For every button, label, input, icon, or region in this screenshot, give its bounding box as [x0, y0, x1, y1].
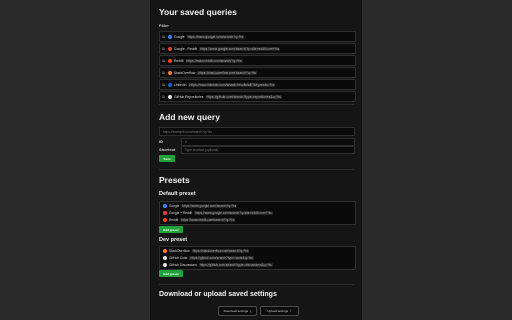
- preset-item-url: https://github.com/search?type=code&q=%s: [189, 255, 254, 260]
- url-input[interactable]: https://example.com/search?q=%s: [159, 127, 355, 136]
- saved-query-row[interactable]: ⊠ Google https://www.google.com/search?q=%…: [159, 31, 356, 42]
- preset-item-url: https://www.google.com/search?q=site:red…: [194, 210, 273, 215]
- id-input[interactable]: 0: [181, 138, 355, 146]
- delete-icon[interactable]: ⊠: [162, 83, 166, 87]
- filter-label: Filter: [159, 23, 169, 28]
- default-preset-title: Default preset: [159, 191, 196, 197]
- divider: [159, 104, 354, 105]
- download-settings-button[interactable]: Download settings ⤓: [218, 306, 257, 316]
- site-icon: [168, 94, 172, 99]
- preset-item-url: https://github.com/search?type=discussio…: [198, 262, 273, 267]
- delete-icon[interactable]: ⊠: [162, 71, 166, 75]
- site-icon: [168, 82, 172, 87]
- query-url: https://www.reddit.com/search/?q=%s: [185, 58, 243, 63]
- query-name: StackOverflow: [174, 70, 196, 75]
- options-page: Your saved queries Filter ⊠ Google https:/…: [150, 0, 362, 320]
- default-preset-box: Google https://www.google.com/search?q=%s…: [159, 201, 356, 225]
- saved-query-row[interactable]: ⊠ Reddit https://www.reddit.com/search/?q=…: [159, 55, 356, 66]
- site-icon: [163, 255, 167, 260]
- query-name: LinkedIn: [174, 82, 187, 87]
- site-icon: [163, 217, 167, 222]
- preset-item: GitHub Code https://github.com/search?typ…: [160, 254, 355, 261]
- site-icon: [163, 203, 167, 208]
- saved-queries-title: Your saved queries: [159, 7, 237, 17]
- site-icon: [168, 34, 172, 39]
- shortcut-input[interactable]: Type shortcut (optional): [181, 146, 355, 154]
- backup-title: Download or upload saved settings: [159, 291, 277, 298]
- default-preset-items: Google https://www.google.com/search?q=%s…: [160, 202, 355, 223]
- site-icon: [163, 262, 167, 267]
- saved-query-row[interactable]: ⊠ LinkedIn https://www.linkedin.com/search…: [159, 79, 356, 90]
- upload-icon: ⤒: [290, 309, 292, 313]
- preset-item: Reddit https://www.reddit.com/search/?q=%…: [160, 216, 355, 223]
- add-query-title: Add new query: [159, 112, 220, 122]
- query-url: https://www.google.com/search?q=site:red…: [199, 46, 281, 51]
- presets-title: Presets: [159, 175, 190, 185]
- preset-item: Google + Reddit https://www.google.com/se…: [160, 209, 355, 216]
- preset-item-url: https://www.reddit.com/search/?q=%s: [180, 217, 236, 222]
- add-dev-preset-button[interactable]: Add preset: [159, 270, 183, 277]
- saved-query-row[interactable]: ⊠ StackOverflow https://stackoverflow.com/…: [159, 67, 356, 78]
- preset-item-name: Google + Reddit: [169, 210, 193, 215]
- download-settings-label: Download settings: [223, 309, 249, 313]
- preset-item: Google https://www.google.com/search?q=%s: [160, 202, 355, 209]
- upload-settings-button[interactable]: Upload settings ⤒: [260, 306, 299, 316]
- query-name: Google - Reddit: [174, 46, 198, 51]
- preset-item-url: https://stackoverflow.com/search?q=%s: [191, 248, 250, 253]
- site-icon: [168, 58, 172, 63]
- saved-query-row[interactable]: ⊠ GitHub Repositories https://github.com/s…: [159, 91, 356, 102]
- upload-settings-label: Upload settings: [267, 309, 289, 313]
- divider: [159, 284, 354, 285]
- query-name: Google: [174, 34, 185, 39]
- dev-preset-title: Dev preset: [159, 237, 188, 243]
- saved-query-row[interactable]: ⊠ Google - Reddit https://www.google.com/s…: [159, 43, 356, 54]
- preset-item-name: GitHub Code: [169, 255, 188, 260]
- site-icon: [163, 248, 167, 253]
- site-icon: [168, 70, 172, 75]
- divider: [159, 169, 354, 170]
- query-name: GitHub Repositories: [174, 94, 204, 99]
- dev-preset-items: StackOverflow https://stackoverflow.com/s…: [160, 247, 355, 268]
- preset-item-name: Reddit: [169, 217, 179, 222]
- id-label: ID: [159, 139, 163, 144]
- delete-icon[interactable]: ⊠: [162, 35, 166, 39]
- delete-icon[interactable]: ⊠: [162, 47, 166, 51]
- query-url: https://stackoverflow.com/search?q=%s: [197, 70, 258, 75]
- query-url: https://www.linkedin.com/search/results/…: [188, 82, 276, 87]
- query-name: Reddit: [174, 58, 184, 63]
- query-url: https://www.google.com/search?q=%s: [186, 34, 245, 39]
- preset-item-name: GitHub Discussions: [169, 262, 197, 267]
- preset-item: GitHub Discussions https://github.com/sea…: [160, 261, 355, 268]
- delete-icon[interactable]: ⊠: [162, 95, 166, 99]
- save-button[interactable]: Save: [159, 155, 175, 162]
- site-icon: [168, 46, 172, 51]
- delete-icon[interactable]: ⊠: [162, 59, 166, 63]
- dev-preset-box: StackOverflow https://stackoverflow.com/s…: [159, 246, 356, 270]
- preset-item-name: StackOverflow: [169, 248, 190, 253]
- preset-item-name: Google: [169, 203, 180, 208]
- preset-item-url: https://www.google.com/search?q=%s: [181, 203, 238, 208]
- preset-item: StackOverflow https://stackoverflow.com/s…: [160, 247, 355, 254]
- query-url: https://github.com/search?type=repositor…: [205, 94, 282, 99]
- download-icon: ⤓: [250, 309, 252, 313]
- site-icon: [163, 210, 167, 215]
- add-default-preset-button[interactable]: Add preset: [159, 226, 183, 233]
- shortcut-label: Shortcut: [159, 147, 176, 152]
